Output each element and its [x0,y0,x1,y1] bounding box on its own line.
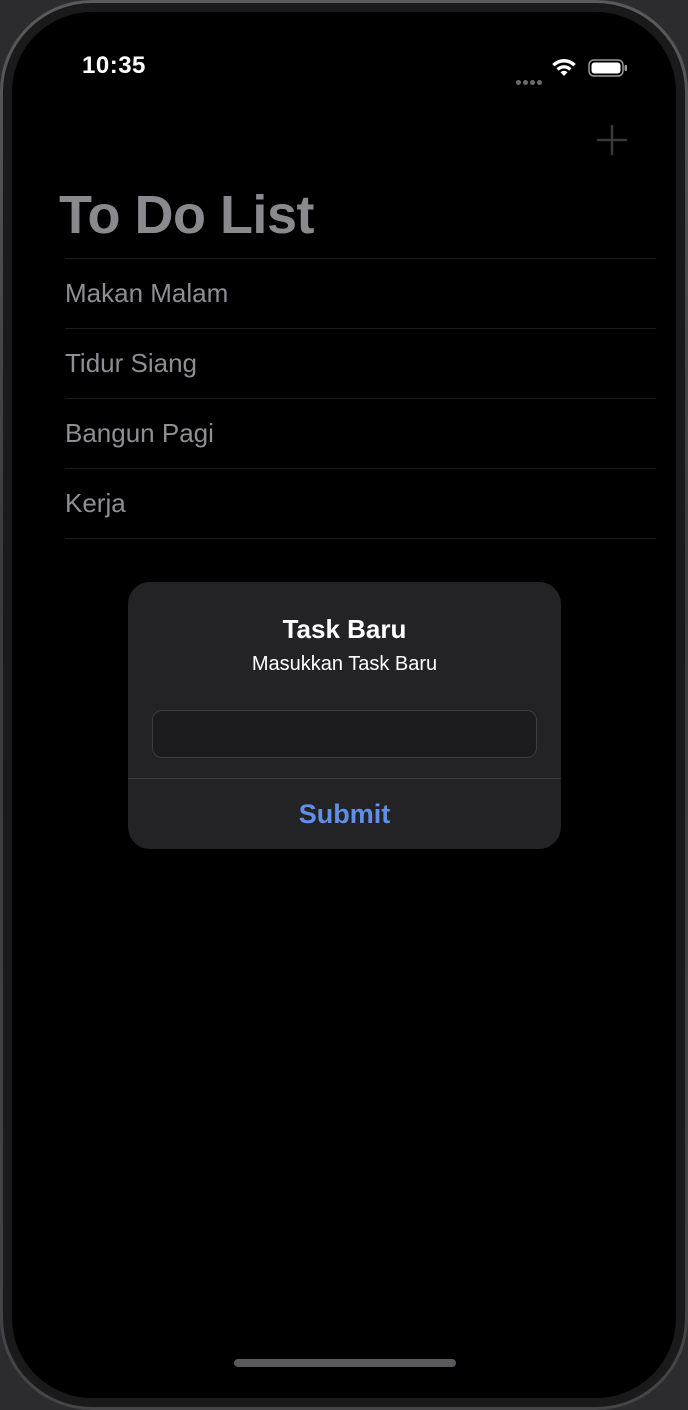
home-indicator[interactable] [234,1359,456,1367]
new-task-alert: Task Baru Masukkan Task Baru Submit [128,582,561,849]
device-screen: 10:35 To Do List Makan Malam Tidur Siang… [12,12,676,1398]
new-task-input[interactable] [152,710,537,758]
submit-button[interactable]: Submit [128,779,561,849]
alert-message: Masukkan Task Baru [251,653,438,675]
alert-title: Task Baru [282,614,407,644]
